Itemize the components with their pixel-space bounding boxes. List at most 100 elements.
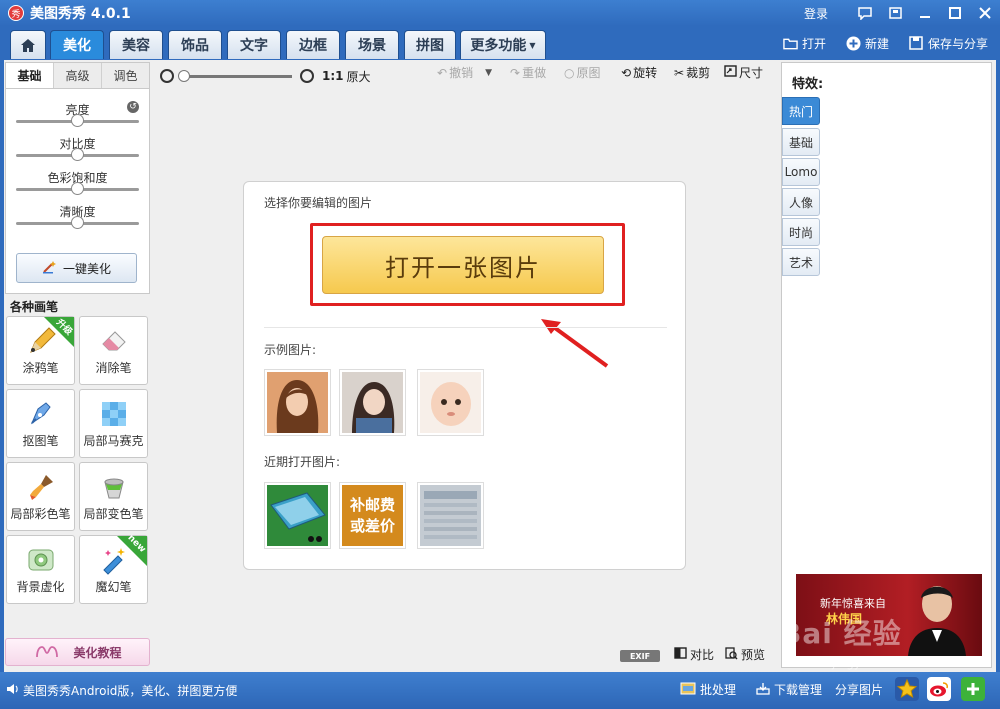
cutout-brush-button[interactable]: 抠图笔 [6, 389, 75, 458]
download-manager-button[interactable]: 下载管理 [756, 681, 822, 698]
saturation-slider[interactable]: 色彩饱和度 [6, 165, 149, 199]
sharpness-thumb[interactable] [71, 216, 84, 229]
doodle-brush-button[interactable]: 升级 涂鸦笔 [6, 316, 75, 385]
tab-text[interactable]: 文字 [227, 30, 281, 59]
sample-image-baby[interactable] [417, 369, 484, 436]
open-image-button[interactable]: 打开一张图片 [322, 236, 604, 294]
app-logo: 秀 [8, 5, 24, 21]
scissors-icon: ✂ [674, 65, 685, 80]
background-blur-button[interactable]: 背景虚化 [6, 535, 75, 604]
effects-tab-basic[interactable]: 基础 [782, 128, 820, 156]
mosaic-brush-label: 局部马赛克 [83, 434, 144, 448]
compare-button[interactable]: 对比 [674, 646, 714, 663]
zoom-slider[interactable] [178, 69, 292, 82]
zoom-in-icon[interactable] [300, 69, 314, 83]
tab-frame[interactable]: 边框 [286, 30, 340, 59]
resize-button[interactable]: 尺寸 [724, 64, 763, 81]
resize-label: 尺寸 [739, 66, 764, 80]
rotate-button[interactable]: ⟲ 旋转 [621, 64, 657, 81]
beautify-tutorial-label: 美化教程 [73, 645, 122, 660]
recent-images-title: 近期打开图片: [264, 455, 341, 469]
effects-tab-portrait[interactable]: 人像 [782, 188, 820, 216]
skin-icon[interactable] [880, 0, 910, 26]
adjust-tab-advanced[interactable]: 高级 [54, 63, 102, 88]
plus-circle-icon [846, 36, 861, 51]
mosaic-brush-button[interactable]: 局部马赛克 [79, 389, 148, 458]
color-brush-button[interactable]: 局部彩色笔 [6, 462, 75, 531]
new-file-label: 新建 [864, 36, 889, 51]
share-image-label[interactable]: 分享图片 [835, 681, 883, 698]
actual-size-button[interactable]: 1:1 [322, 69, 344, 83]
adjust-tab-color[interactable]: 调色 [102, 63, 149, 88]
tab-beautify[interactable]: 美化 [50, 30, 104, 59]
saturation-thumb[interactable] [71, 182, 84, 195]
adjust-tab-basic[interactable]: 基础 [6, 63, 54, 88]
redo-button[interactable]: ↷ 重做 [510, 64, 546, 81]
effects-tab-hot[interactable]: 热门 [782, 97, 820, 125]
minimize-icon[interactable] [910, 0, 940, 26]
doodle-brush-label: 涂鸦笔 [22, 361, 59, 375]
feedback-icon[interactable] [850, 0, 880, 26]
maximize-icon[interactable] [940, 0, 970, 26]
exif-button[interactable]: EXIF [620, 650, 660, 662]
preview-button[interactable]: 预览 [725, 646, 765, 663]
sample-image-girl[interactable] [339, 369, 406, 436]
save-share-button[interactable]: 保存与分享 [909, 35, 988, 52]
open-file-button[interactable]: 打开 [783, 35, 826, 52]
rotate-icon: ⟲ [621, 65, 632, 80]
recent-image-3[interactable] [417, 482, 484, 549]
beautify-tutorial-button[interactable]: 美化教程 [5, 638, 150, 666]
recent-image-2[interactable]: 补邮费 或差价 [339, 482, 406, 549]
undo-dropdown-icon[interactable]: ▼ [485, 68, 492, 78]
status-message[interactable]: 美图秀秀Android版，美化、拼图更方便 [6, 682, 237, 699]
hands-icon [33, 643, 61, 662]
preview-label: 预览 [741, 648, 766, 662]
eraser-brush-button[interactable]: 消除笔 [79, 316, 148, 385]
tab-beauty[interactable]: 美容 [109, 30, 163, 59]
tab-scene[interactable]: 场景 [345, 30, 399, 59]
workspace: 基础 高级 调色 ↺ 亮度 对比度 色彩饱和度 清晰度 一键美化 各种画笔 升级… [4, 60, 996, 672]
batch-icon [680, 682, 696, 698]
new-file-button[interactable]: 新建 [846, 35, 889, 52]
effects-tab-lomo[interactable]: Lomo [782, 158, 820, 186]
effects-panel: 特效: 热门 基础 Lomo 人像 时尚 艺术 新年惊喜来自 林伟国 [781, 62, 992, 668]
tab-accessories[interactable]: 饰品 [168, 30, 222, 59]
tab-more[interactable]: 更多功能 ▼ [460, 30, 546, 59]
brightness-slider[interactable]: 亮度 [6, 97, 149, 131]
magic-brush-button[interactable]: new 魔幻笔 [79, 533, 148, 604]
main-tab-bar: 美化 美容 饰品 文字 边框 场景 拼图 更多功能 ▼ 打开 新建 保存与分享 [0, 26, 1000, 60]
effects-tab-art[interactable]: 艺术 [782, 248, 820, 276]
zoom-slider-thumb[interactable] [178, 69, 190, 82]
close-icon[interactable] [970, 0, 1000, 26]
crop-button[interactable]: ✂ 裁剪 [674, 64, 710, 81]
login-link[interactable]: 登录 [804, 5, 828, 22]
contrast-slider[interactable]: 对比度 [6, 131, 149, 165]
batch-process-button[interactable]: 批处理 [680, 681, 736, 698]
brushes-title: 各种画笔 [10, 300, 59, 314]
download-icon [756, 682, 770, 698]
effects-tab-fashion[interactable]: 时尚 [782, 218, 820, 246]
zoom-out-icon[interactable] [160, 69, 174, 83]
resize-icon [724, 65, 737, 80]
original-image-label: 原图 [576, 66, 601, 80]
undo-button[interactable]: ↶ 撤销 ▼ [437, 64, 492, 81]
contrast-thumb[interactable] [71, 148, 84, 161]
adjust-tabs: 基础 高级 调色 [6, 63, 149, 89]
eraser-icon [99, 326, 129, 356]
sample-image-woman[interactable] [264, 369, 331, 436]
original-size-label[interactable]: 原大 [347, 68, 371, 85]
home-tab[interactable] [10, 30, 46, 59]
one-click-beautify-button[interactable]: 一键美化 [16, 253, 137, 283]
tab-collage[interactable]: 拼图 [404, 30, 456, 59]
sharpness-slider[interactable]: 清晰度 [6, 199, 149, 233]
qzone-share-icon[interactable] [895, 677, 919, 701]
original-image-button[interactable]: ○ 原图 [564, 64, 601, 81]
more-share-plus-icon[interactable] [961, 677, 985, 701]
recent-image-1[interactable] [264, 482, 331, 549]
brightness-thumb[interactable] [71, 114, 84, 127]
annotation-arrow-icon [541, 319, 609, 368]
choose-image-prompt: 选择你要编辑的图片 [264, 196, 373, 210]
recolor-brush-button[interactable]: 局部变色笔 [79, 462, 148, 531]
weibo-share-icon[interactable] [927, 677, 951, 701]
baidu-watermark-url: jingyan.baidu.com [832, 656, 943, 670]
